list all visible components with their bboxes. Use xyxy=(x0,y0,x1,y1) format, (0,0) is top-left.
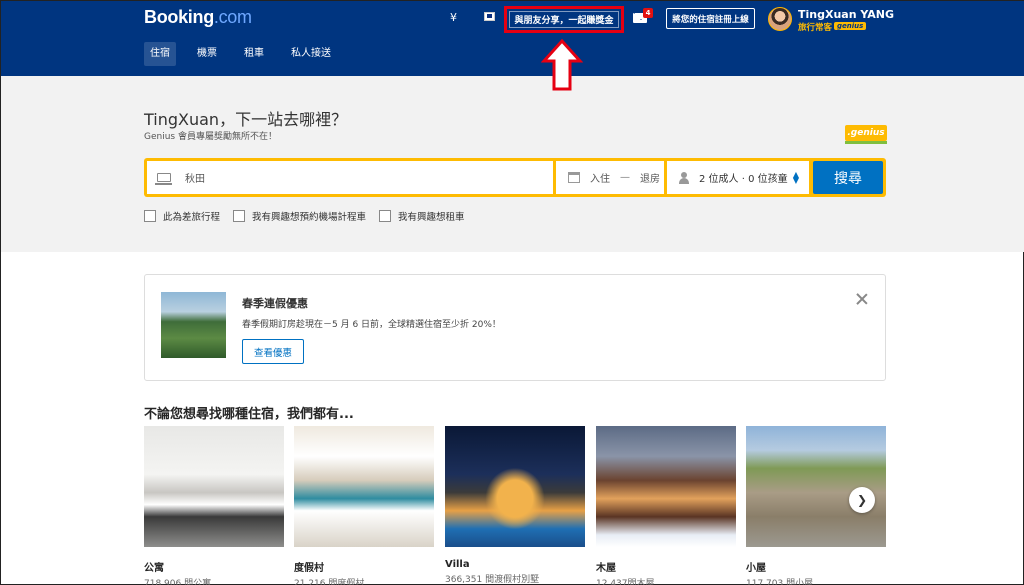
property-card-chalets[interactable]: 木屋 12,437間木屋 xyxy=(596,426,736,585)
user-level: 旅行常客 xyxy=(798,23,833,33)
section-title: 不論您想尋找哪種住宿，我們都有... xyxy=(144,407,354,422)
date-picker[interactable]: 入住 — 退房 xyxy=(556,161,664,194)
checkin-label: 入住 xyxy=(590,174,610,185)
resort-image[interactable] xyxy=(294,426,434,547)
chalet-image[interactable] xyxy=(596,426,736,547)
greeting-heading: TingXuan，下一站去哪裡？ xyxy=(144,110,348,129)
guests-selector[interactable]: 2 位成人 · 0 位孩童 ▲ ▼ xyxy=(667,161,809,194)
checkbox-label: 此為差旅行程 xyxy=(163,212,221,223)
checkout-label: 退房 xyxy=(640,174,660,185)
currency-selector[interactable]: ¥ xyxy=(450,11,457,24)
nav-car-rentals[interactable]: 租車 xyxy=(238,42,270,66)
genius-subtitle: Genius 會員專屬獎勵無所不在！ xyxy=(144,132,277,142)
close-icon[interactable] xyxy=(856,293,868,305)
genius-tag: genius xyxy=(834,22,867,30)
car-rental-checkbox[interactable]: 我有興趣想租車 xyxy=(379,209,465,223)
red-arrow-annotation-icon xyxy=(541,39,583,91)
search-bar: 秋田 入住 — 退房 2 位成人 · 0 位孩童 ▲ ▼ 搜尋 xyxy=(144,158,886,197)
destination-input[interactable]: 秋田 xyxy=(147,161,553,194)
booking-logo[interactable]: Booking.com xyxy=(144,7,252,28)
promo-description: 春季假期訂房趁現在－5 月 6 日前，全球精選住宿至少折 20%！ xyxy=(242,320,501,330)
card-name: 小屋 xyxy=(746,563,766,574)
genius-logo[interactable]: .genius xyxy=(845,125,887,144)
calendar-icon xyxy=(568,172,580,183)
nav-airport-taxis[interactable]: 私人接送 xyxy=(285,42,337,66)
property-card-villas[interactable]: Villa 366,351 間渡假村別墅 xyxy=(445,426,585,585)
card-name: 度假村 xyxy=(294,563,324,574)
destination-value: 秋田 xyxy=(185,174,205,185)
list-property-button[interactable]: 將您的住宿註冊上線 xyxy=(666,8,755,29)
search-button[interactable]: 搜尋 xyxy=(813,161,883,194)
main-nav: 住宿 機票 租車 私人接送 xyxy=(144,42,352,66)
apartment-image[interactable] xyxy=(144,426,284,547)
nav-flights[interactable]: 機票 xyxy=(191,42,223,66)
card-count: 12,437間木屋 xyxy=(596,579,655,585)
view-deals-button[interactable]: 查看優惠 xyxy=(242,339,304,364)
language-flag-icon[interactable] xyxy=(484,12,495,21)
promo-title: 春季連假優惠 xyxy=(242,297,308,310)
checkbox-label: 我有興趣想預約機場計程車 xyxy=(252,212,367,223)
checkbox-box[interactable] xyxy=(379,210,392,222)
checkbox-label: 我有興趣想租車 xyxy=(398,212,465,223)
notification-badge: 4 xyxy=(643,8,653,18)
card-count: 117,703 間小屋 xyxy=(746,579,814,585)
carousel-next-button[interactable]: ❯ xyxy=(849,487,875,513)
nav-stays[interactable]: 住宿 xyxy=(144,42,176,66)
date-separator: — xyxy=(620,172,630,183)
villa-image[interactable] xyxy=(445,426,585,547)
person-icon xyxy=(679,171,689,184)
guests-value: 2 位成人 · 0 位孩童 xyxy=(699,174,788,185)
bed-icon xyxy=(155,173,172,185)
airport-taxi-checkbox[interactable]: 我有興趣想預約機場計程車 xyxy=(233,209,366,223)
card-count: 718,906 間公寓 xyxy=(144,579,212,585)
card-count: 366,351 間渡假村別墅 xyxy=(445,575,540,585)
user-name[interactable]: TingXuan YANG xyxy=(798,8,894,21)
card-name: 木屋 xyxy=(596,563,616,574)
promo-image xyxy=(161,292,226,358)
card-count: 21,216 間度假村 xyxy=(294,579,365,585)
search-options: 此為差旅行程 我有興趣想預約機場計程車 我有興趣想租車 xyxy=(144,209,478,223)
avatar[interactable] xyxy=(768,7,792,31)
updown-chevron-icon: ▲ ▼ xyxy=(792,169,799,185)
property-card-apartments[interactable]: 公寓 718,906 間公寓 xyxy=(144,426,284,585)
share-with-friends-button[interactable]: 與朋友分享，一起賺獎金 xyxy=(504,6,624,33)
checkbox-box[interactable] xyxy=(233,210,246,222)
checkbox-box[interactable] xyxy=(144,210,156,222)
card-name: 公寓 xyxy=(144,563,164,574)
promo-card: 春季連假優惠 春季假期訂房趁現在－5 月 6 日前，全球精選住宿至少折 20%！… xyxy=(144,274,886,381)
business-trip-checkbox[interactable]: 此為差旅行程 xyxy=(144,209,220,223)
property-card-resorts[interactable]: 度假村 21,216 間度假村 xyxy=(294,426,434,585)
chevron-right-icon: ❯ xyxy=(856,493,868,507)
card-name: Villa xyxy=(445,559,470,570)
top-header: Booking.com ¥ 與朋友分享，一起賺獎金 4 將您的住宿註冊上線 Ti… xyxy=(1,1,1024,76)
